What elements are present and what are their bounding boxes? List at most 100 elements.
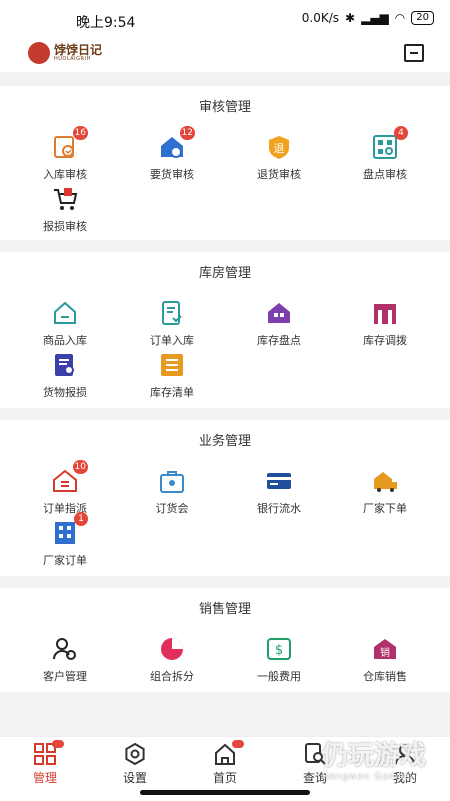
warehouse-sales-icon: 销 [372, 636, 398, 662]
tab-home[interactable]: 首页 [180, 740, 270, 786]
tab-badge [52, 740, 64, 748]
menu-item-request-review[interactable]: 12 要货审核 [116, 126, 228, 186]
inventory-review-icon: 4 [372, 126, 408, 160]
section-business: 业务管理 10 订单指派 订货会 银行流水 厂家下单 1 厂家订单 [0, 420, 450, 576]
factory-order-icon [372, 468, 398, 494]
order-fair-icon [159, 468, 185, 494]
return-glyph: 退 [274, 142, 285, 155]
menu-item-stock-list[interactable]: 库存清单 [116, 352, 228, 404]
menu-item-stock-count[interactable]: 库存盘点 [223, 300, 335, 352]
menu-item-expense[interactable]: $ 一般费用 [223, 636, 335, 688]
menu-item-factory-orders[interactable]: 1 厂家订单 [9, 512, 121, 572]
network-speed: 0.0K/s [301, 11, 340, 25]
bank-statement-icon [266, 468, 292, 494]
sales-glyph: 销 [380, 646, 390, 659]
menu-item-bank-statement[interactable]: 银行流水 [223, 468, 335, 520]
menu-item-factory-order[interactable]: 厂家下单 [329, 468, 441, 520]
tab-badge [232, 740, 244, 748]
menu-item-order-assign[interactable]: 10 订单指派 [9, 460, 121, 520]
combo-split-icon [159, 636, 185, 662]
menu-item-label: 库存盘点 [257, 334, 301, 347]
badge: 16 [72, 126, 88, 140]
menu-item-label: 银行流水 [257, 502, 301, 515]
menu-item-label: 组合拆分 [150, 670, 194, 683]
bluetooth-icon: ✱ [345, 11, 356, 25]
home-indicator [140, 790, 310, 795]
request-review-icon: 12 [159, 126, 195, 160]
menu-item-customer[interactable]: 客户管理 [9, 636, 121, 688]
tab-manage[interactable]: 管理 [0, 740, 90, 786]
menu-item-label: 盘点审核 [363, 168, 407, 181]
tab-label: 首页 [212, 771, 237, 785]
menu-item-label: 货物报损 [43, 386, 87, 399]
menu-item-label: 厂家订单 [43, 554, 87, 567]
menu-item-label: 客户管理 [43, 670, 87, 683]
return-review-icon: 退 [266, 134, 292, 160]
status-time: 晚上9:54 [76, 15, 136, 31]
stock-transfer-icon [372, 300, 398, 326]
menu-item-label: 入库审核 [43, 168, 87, 181]
menu-item-label: 要货审核 [150, 168, 194, 181]
grid-icon [34, 740, 64, 765]
menu-item-goods-inbound[interactable]: 商品入库 [9, 300, 121, 352]
menu-item-label: 厂家下单 [363, 502, 407, 515]
menu-item-return-review[interactable]: 退 退货审核 [223, 134, 335, 186]
stock-list-icon [159, 352, 185, 378]
watermark-sub: Rengwan Games [321, 772, 411, 782]
section-title: 审核管理 [198, 100, 251, 115]
menu-item-label: 订货会 [155, 502, 189, 515]
section-title: 业务管理 [198, 434, 251, 449]
menu-item-label: 订单指派 [43, 502, 87, 515]
status-right: 0.0K/s ✱ ▂▄▆ ◠ 20 [302, 11, 434, 25]
order-inbound-icon [159, 300, 185, 326]
menu-item-combo-split[interactable]: 组合拆分 [116, 636, 228, 688]
inbound-review-icon: 16 [52, 126, 88, 160]
stock-count-icon [266, 300, 292, 326]
watermark: 仍玩游戏 Rengwan Games [322, 735, 426, 782]
menu-item-inventory-review[interactable]: 4 盘点审核 [329, 126, 441, 186]
tab-label: 管理 [32, 771, 57, 785]
logo-mark-icon [28, 42, 50, 64]
badge: 10 [72, 460, 88, 474]
menu-item-label: 报损审核 [43, 220, 87, 233]
app-header: 饽饽日记 HUOLAIGRIH [0, 40, 450, 72]
menu-item-inbound-review[interactable]: 16 入库审核 [9, 126, 121, 186]
menu-item-label: 退货审核 [257, 168, 301, 181]
battery-icon: 20 [411, 11, 434, 25]
gear-icon [124, 743, 146, 765]
app-logo: 饽饽日记 HUOLAIGRIH [28, 42, 102, 64]
damage-review-icon [52, 186, 78, 212]
wifi-icon: ◠ [394, 11, 406, 25]
status-bar: 晚上9:54 0.0K/s ✱ ▂▄▆ ◠ 20 [0, 0, 450, 40]
factory-orders-icon: 1 [52, 512, 88, 546]
menu-item-label: 一般费用 [257, 670, 301, 683]
menu-item-label: 订单入库 [150, 334, 194, 347]
menu-item-label: 商品入库 [43, 334, 87, 347]
badge: 12 [179, 126, 195, 140]
section-sales: 销售管理 客户管理 组合拆分 $ 一般费用 销 仓库销售 [0, 588, 450, 692]
logo-text: 饽饽日记 [54, 43, 103, 57]
menu-item-label: 仓库销售 [363, 670, 407, 683]
goods-damage-icon [52, 352, 78, 378]
section-title: 销售管理 [198, 602, 251, 617]
menu-item-order-fair[interactable]: 订货会 [116, 468, 228, 520]
order-assign-icon: 10 [52, 460, 88, 494]
menu-item-stock-transfer[interactable]: 库存调拨 [329, 300, 441, 352]
menu-item-damage-review[interactable]: 报损审核 [9, 186, 121, 238]
expense-icon: $ [266, 636, 292, 662]
svg-text:$: $ [275, 643, 283, 658]
menu-item-order-inbound[interactable]: 订单入库 [116, 300, 228, 352]
menu-item-goods-damage[interactable]: 货物报损 [9, 352, 121, 404]
goods-inbound-icon [52, 300, 78, 326]
customer-icon [52, 636, 78, 662]
menu-item-warehouse-sales[interactable]: 销 仓库销售 [329, 636, 441, 688]
home-icon [214, 740, 244, 765]
menu-item-label: 库存清单 [150, 386, 194, 399]
signal-icon: ▂▄▆ [361, 11, 389, 25]
badge: 4 [394, 126, 408, 140]
message-box-icon[interactable] [404, 44, 424, 62]
menu-item-label: 库存调拨 [363, 334, 407, 347]
section-review: 审核管理 16 入库审核 12 要货审核 退 退货审核 4 盘点审核 报损审核 [0, 86, 450, 240]
tab-settings[interactable]: 设置 [90, 743, 180, 786]
badge: 1 [74, 512, 88, 526]
